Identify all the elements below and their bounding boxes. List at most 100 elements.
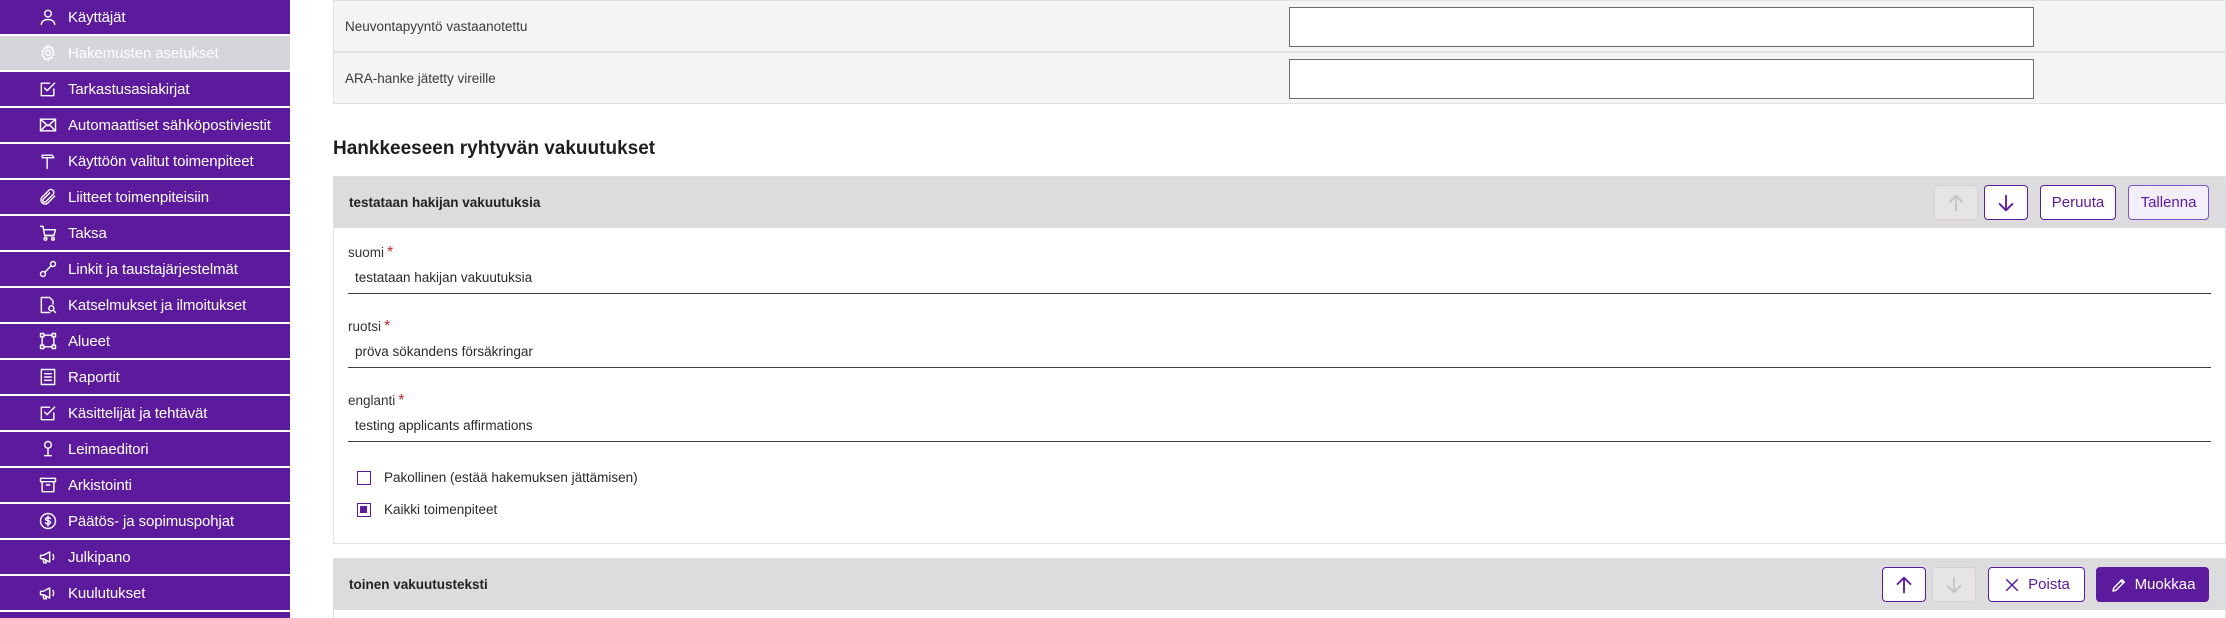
sidebar-item-label: Leimaeditori: [68, 440, 149, 458]
sidebar-item-tarkastusasiakirjat[interactable]: Tarkastusasiakirjat: [0, 72, 290, 106]
sidebar-item-label: Hakemusten asetukset: [68, 44, 219, 62]
checkbox-label: Pakollinen (estää hakemuksen jättämisen): [384, 470, 638, 485]
required-mark: *: [384, 318, 391, 335]
sidebar-item-label: Automaattiset sähköpostiviestit: [68, 116, 271, 134]
checklist-icon: [37, 78, 59, 100]
card-header: toinen vakuutusteksti Poista Muokkaa: [334, 559, 2225, 610]
required-mark: *: [387, 244, 394, 261]
main-content: Neuvontapyyntö vastaanotettu ARA-hanke j…: [291, 0, 2226, 618]
sidebar-item-sahkopostiviestit[interactable]: Automaattiset sähköpostiviestit: [0, 108, 290, 142]
sidebar-item-label: Linkit ja taustajärjestelmät: [68, 260, 238, 278]
close-icon: [2003, 576, 2021, 594]
card-title: toinen vakuutusteksti: [349, 577, 488, 592]
move-up-button[interactable]: [1882, 567, 1926, 602]
neuvontapyynto-input[interactable]: [1289, 7, 2034, 47]
document-search-icon: [37, 294, 59, 316]
stamp-icon: [37, 438, 59, 460]
ruotsi-input[interactable]: pröva sökandens försäkringar: [348, 340, 2211, 368]
sidebar-item-label: Alueet: [68, 332, 110, 350]
sidebar-item-arkistointi[interactable]: Arkistointi: [0, 468, 290, 502]
sidebar-item-label: Julkipano: [68, 548, 131, 566]
move-down-button[interactable]: [1984, 185, 2028, 220]
pakollinen-checkbox[interactable]: [357, 470, 371, 485]
sidebar-item-label: Katselmukset ja ilmoitukset: [68, 296, 247, 314]
sidebar-item-label: Taksa: [68, 224, 107, 242]
kaikki-toimenpiteet-checkbox[interactable]: [357, 502, 371, 517]
field-englanti: englanti * testing applicants affirmation…: [348, 392, 2211, 442]
delete-button[interactable]: Poista: [1988, 567, 2085, 602]
englanti-input[interactable]: testing applicants affirmations: [348, 414, 2211, 442]
sidebar-item-taksa[interactable]: Taksa: [0, 216, 290, 250]
info-row-label: ARA-hanke jätetty vireille: [345, 70, 496, 86]
card-header: testataan hakijan vakuutuksia Peruuta Ta…: [334, 177, 2225, 228]
sidebar-item-julkipano[interactable]: Julkipano: [0, 540, 290, 574]
report-icon: [37, 366, 59, 388]
edit-label: Muokkaa: [2134, 576, 2196, 593]
arrow-down-icon: [1995, 192, 2017, 214]
sidebar-item-label: Käyttöön valitut toimenpiteet: [68, 152, 254, 170]
cart-icon: [37, 222, 59, 244]
sidebar-item-label: Kuulutukset: [68, 584, 146, 602]
move-up-button[interactable]: [1934, 185, 1978, 220]
sidebar-item-paatospohjat[interactable]: Päätös- ja sopimuspohjat: [0, 504, 290, 538]
field-label: ruotsi: [348, 319, 382, 334]
sidebar-item-kayttajat[interactable]: Käyttäjät: [0, 0, 290, 34]
save-button[interactable]: Tallenna: [2128, 185, 2209, 220]
arrow-up-icon: [1945, 192, 1967, 214]
archive-icon: [37, 474, 59, 496]
checkbox-label: Kaikki toimenpiteet: [384, 502, 498, 517]
sidebar-item-kasittelijat[interactable]: Käsittelijät ja tehtävät: [0, 396, 290, 430]
sidebar-item-label: Liitteet toimenpiteisiin: [68, 188, 210, 206]
task-icon: [37, 402, 59, 424]
sidebar-item-liitteet[interactable]: Liitteet toimenpiteisiin: [0, 180, 290, 214]
field-label: englanti: [348, 393, 396, 408]
sidebar: Käyttäjät Hakemusten asetukset Tarkastus…: [0, 0, 291, 618]
info-row-neuvontapyynto: Neuvontapyyntö vastaanotettu: [333, 0, 2226, 52]
sidebar-item-kuulutukset[interactable]: Kuulutukset: [0, 576, 290, 610]
info-row-label: Neuvontapyyntö vastaanotettu: [345, 18, 528, 34]
suomi-input[interactable]: testataan hakijan vakuutuksia: [348, 266, 2211, 294]
sidebar-item-raportit[interactable]: Raportit: [0, 360, 290, 394]
coin-icon: [37, 510, 59, 532]
affirmation-card-edit: testataan hakijan vakuutuksia Peruuta Ta…: [333, 176, 2226, 544]
arrow-down-icon: [1943, 574, 1965, 596]
move-down-button[interactable]: [1932, 567, 1976, 602]
required-mark: *: [398, 392, 405, 409]
sidebar-item-label: Raportit: [68, 368, 120, 386]
paperclip-icon: [37, 186, 59, 208]
card-title: testataan hakijan vakuutuksia: [349, 195, 541, 210]
sidebar-item-partial: [0, 612, 290, 618]
sidebar-item-alueet[interactable]: Alueet: [0, 324, 290, 358]
kaikki-toimenpiteet-checkbox-row[interactable]: Kaikki toimenpiteet: [357, 502, 497, 517]
sidebar-item-label: Käsittelijät ja tehtävät: [68, 404, 208, 422]
sidebar-item-label: Päätös- ja sopimuspohjat: [68, 512, 235, 530]
pakollinen-checkbox-row[interactable]: Pakollinen (estää hakemuksen jättämisen): [357, 470, 638, 485]
sidebar-item-label: Arkistointi: [68, 476, 132, 494]
envelope-icon: [37, 114, 59, 136]
user-icon: [37, 6, 59, 28]
hammer-icon: [37, 150, 59, 172]
edit-button[interactable]: Muokkaa: [2096, 567, 2209, 602]
field-label: suomi: [348, 245, 385, 260]
affirmation-card-view: toinen vakuutusteksti Poista Muokkaa: [333, 558, 2226, 618]
sidebar-item-linkit[interactable]: Linkit ja taustajärjestelmät: [0, 252, 290, 286]
cancel-button[interactable]: Peruuta: [2040, 185, 2116, 220]
field-ruotsi: ruotsi * pröva sökandens försäkringar: [348, 318, 2211, 368]
sidebar-item-label: Tarkastusasiakirjat: [68, 80, 190, 98]
sidebar-item-katselmukset[interactable]: Katselmukset ja ilmoitukset: [0, 288, 290, 322]
ara-hanke-input[interactable]: [1289, 59, 2034, 99]
delete-label: Poista: [2028, 576, 2070, 593]
gear-icon: [37, 42, 59, 64]
sidebar-item-label: Käyttäjät: [68, 8, 126, 26]
arrow-up-icon: [1893, 574, 1915, 596]
sidebar-item-toimenpiteet[interactable]: Käyttöön valitut toimenpiteet: [0, 144, 290, 178]
megaphone-icon: [37, 546, 59, 568]
info-row-ara-hanke: ARA-hanke jätetty vireille: [333, 52, 2226, 104]
megaphone-icon: [37, 582, 59, 604]
pencil-icon: [2110, 576, 2128, 594]
sidebar-item-leimaeditori[interactable]: Leimaeditori: [0, 432, 290, 466]
field-suomi: suomi * testataan hakijan vakuutuksia: [348, 244, 2211, 294]
area-icon: [37, 330, 59, 352]
link-icon: [37, 258, 59, 280]
sidebar-item-hakemusten-asetukset[interactable]: Hakemusten asetukset: [0, 36, 290, 70]
